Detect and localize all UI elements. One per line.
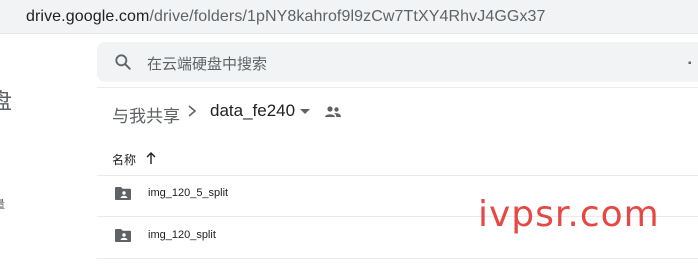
sidebar: 盘 量: [0, 34, 14, 270]
shared-folder-icon: [115, 187, 131, 200]
sidebar-item-storage[interactable]: 量: [0, 196, 5, 212]
search-bar[interactable]: 在云端硬盘中搜索: [97, 42, 698, 82]
search-options-icon[interactable]: ▪: [688, 58, 692, 69]
chevron-right-icon: [188, 105, 197, 117]
watermark-logo: ivpsr.com: [478, 194, 660, 235]
search-input[interactable]: 在云端硬盘中搜索: [147, 53, 267, 74]
url-path: /drive/folders/1pNY8kahrof9l9zCw7TtXY4Rh…: [149, 8, 546, 25]
search-icon[interactable]: [113, 52, 133, 72]
breadcrumb-shared-with-me[interactable]: 与我共享: [112, 102, 180, 127]
header-divider: [97, 87, 698, 88]
column-header-name[interactable]: 名称: [112, 151, 136, 168]
row-divider: [97, 258, 698, 259]
shared-folder-icon: [115, 229, 131, 242]
caret-down-icon[interactable]: [300, 109, 310, 114]
url-text[interactable]: drive.google.com/drive/folders/1pNY8kahr…: [26, 8, 546, 26]
breadcrumb-current-folder[interactable]: data_fe240: [210, 101, 295, 121]
url-host: drive.google.com: [26, 8, 150, 25]
people-icon[interactable]: [324, 105, 342, 119]
file-name: img_120_5_split: [148, 187, 229, 199]
drive-logo-text: 盘: [0, 89, 13, 114]
arrow-up-icon[interactable]: [145, 151, 157, 165]
address-bar[interactable]: drive.google.com/drive/folders/1pNY8kahr…: [0, 0, 698, 34]
file-name: img_120_split: [148, 229, 216, 241]
